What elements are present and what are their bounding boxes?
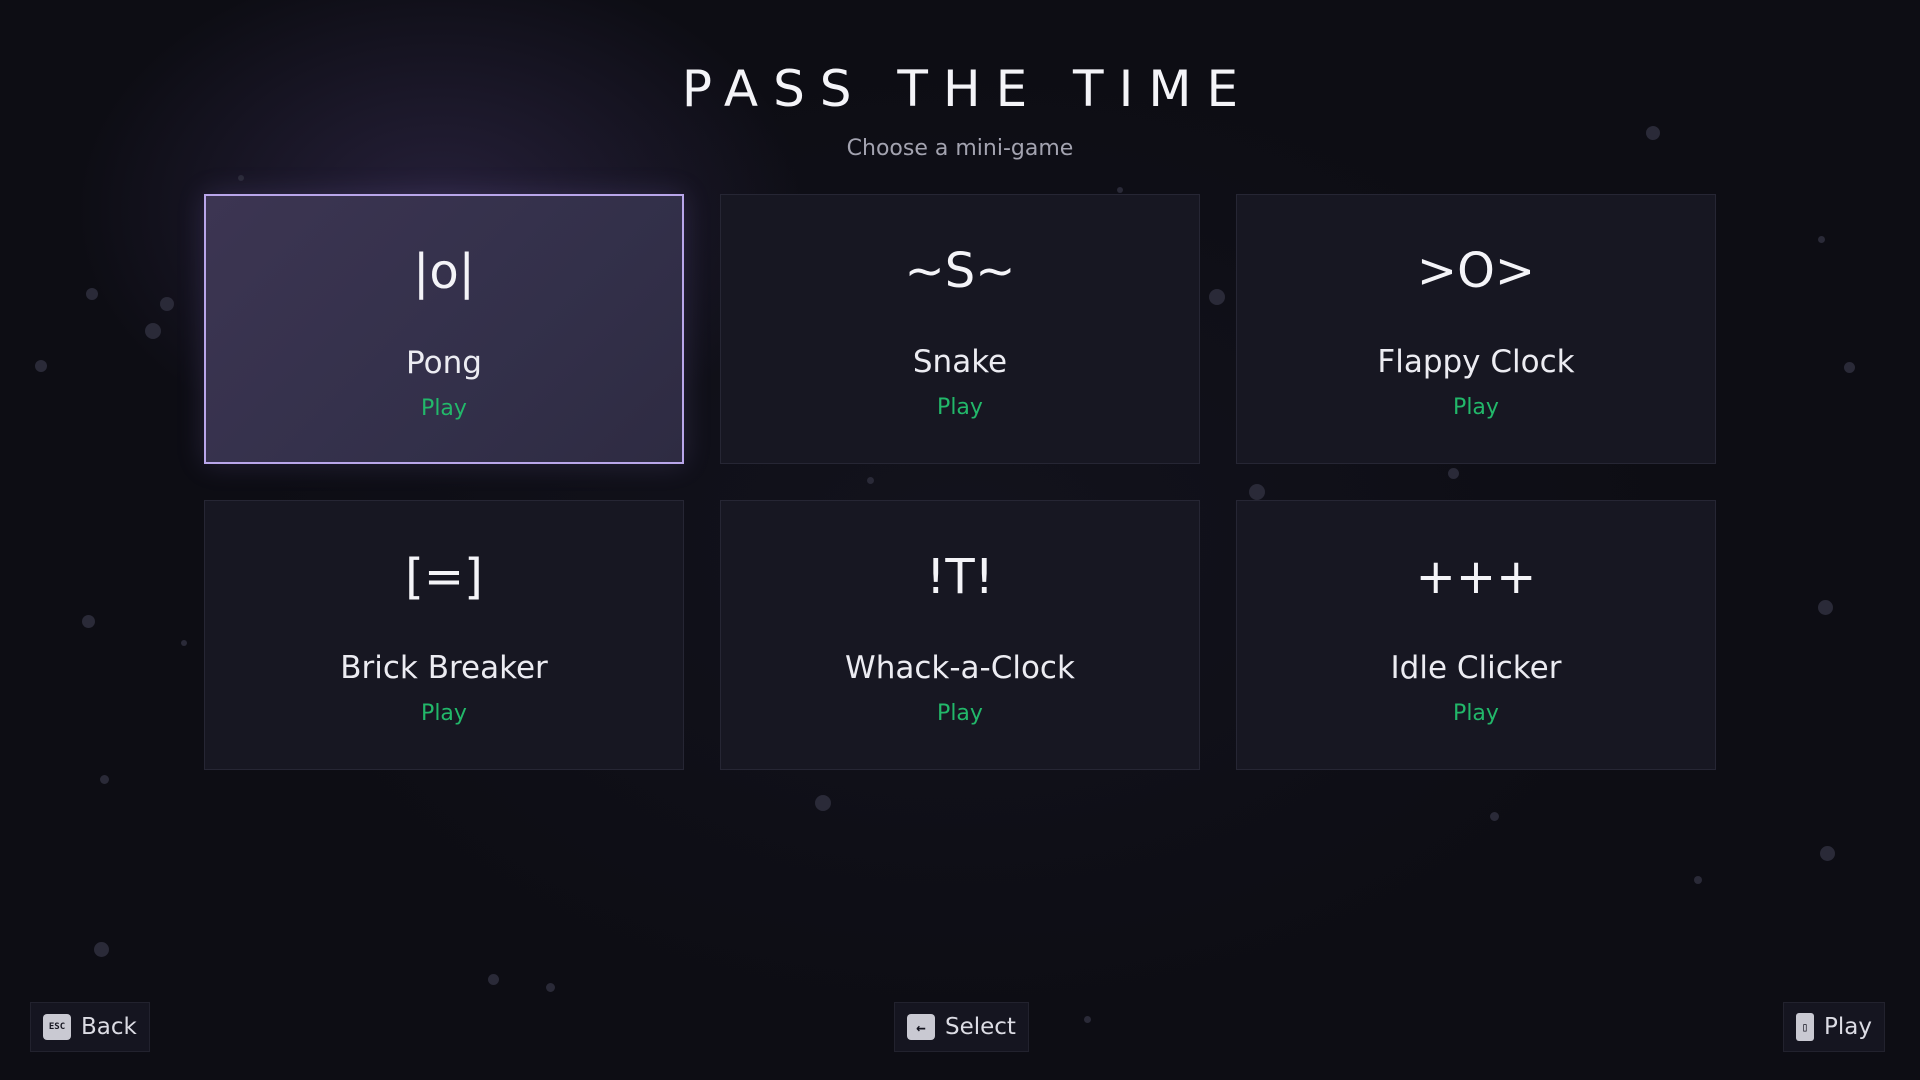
game-name: Flappy Clock bbox=[1377, 344, 1575, 380]
pong-icon: |o| bbox=[413, 244, 475, 300]
particle bbox=[160, 297, 174, 311]
back-hint-button[interactable]: ESC Back bbox=[30, 1002, 150, 1052]
particle bbox=[546, 983, 555, 992]
play-label: Play bbox=[1453, 395, 1499, 420]
game-name: Pong bbox=[406, 345, 482, 381]
particle bbox=[1117, 187, 1123, 193]
select-hint-button[interactable]: ← Select bbox=[894, 1002, 1029, 1052]
particle bbox=[488, 974, 499, 985]
play-label: Play bbox=[1824, 1014, 1872, 1040]
game-name: Brick Breaker bbox=[340, 650, 548, 686]
game-name: Snake bbox=[912, 344, 1008, 380]
play-label: Play bbox=[1453, 701, 1499, 726]
header: PASS THE TIME Choose a mini-game bbox=[0, 60, 1920, 161]
flappy-clock-icon: >O> bbox=[1416, 243, 1536, 299]
whack-a-clock-icon: !T! bbox=[926, 549, 994, 605]
game-name: Whack-a-Clock bbox=[845, 650, 1075, 686]
brick-breaker-icon: [=] bbox=[405, 549, 483, 605]
game-card-pong[interactable]: |o| Pong Play bbox=[204, 194, 684, 464]
particle bbox=[1818, 600, 1833, 615]
play-label: Play bbox=[421, 701, 467, 726]
particle bbox=[86, 288, 98, 300]
particle bbox=[1818, 236, 1825, 243]
particle bbox=[145, 323, 161, 339]
particle bbox=[1084, 1016, 1091, 1023]
particle bbox=[1694, 876, 1702, 884]
particle bbox=[100, 775, 109, 784]
back-label: Back bbox=[81, 1014, 137, 1040]
particle bbox=[815, 795, 831, 811]
particle bbox=[1490, 812, 1499, 821]
game-card-snake[interactable]: ~S~ Snake Play bbox=[720, 194, 1200, 464]
esc-key-icon: ESC bbox=[43, 1014, 71, 1040]
particle bbox=[35, 360, 47, 372]
snake-icon: ~S~ bbox=[904, 243, 1016, 299]
game-grid: |o| Pong Play ~S~ Snake Play >O> Flappy … bbox=[204, 194, 1716, 770]
page-subtitle: Choose a mini-game bbox=[846, 136, 1074, 161]
page-title: PASS THE TIME bbox=[681, 60, 1254, 118]
particle bbox=[82, 615, 95, 628]
particle bbox=[1844, 362, 1855, 373]
arrow-key-icon: ← bbox=[907, 1014, 935, 1040]
select-label: Select bbox=[945, 1014, 1016, 1040]
particle bbox=[94, 942, 109, 957]
particle bbox=[238, 175, 244, 181]
particle bbox=[181, 640, 187, 646]
phone-key-icon: ▯ bbox=[1796, 1013, 1815, 1041]
game-name: Idle Clicker bbox=[1390, 650, 1562, 686]
game-card-whack-a-clock[interactable]: !T! Whack-a-Clock Play bbox=[720, 500, 1200, 770]
game-card-flappy-clock[interactable]: >O> Flappy Clock Play bbox=[1236, 194, 1716, 464]
game-card-brick-breaker[interactable]: [=] Brick Breaker Play bbox=[204, 500, 684, 770]
play-label: Play bbox=[421, 396, 467, 421]
particle bbox=[1820, 846, 1835, 861]
game-card-idle-clicker[interactable]: +++ Idle Clicker Play bbox=[1236, 500, 1716, 770]
idle-clicker-icon: +++ bbox=[1415, 549, 1537, 605]
game-picker-screen: PASS THE TIME Choose a mini-game |o| Pon… bbox=[0, 0, 1920, 1080]
play-label: Play bbox=[937, 395, 983, 420]
play-hint-button[interactable]: ▯ Play bbox=[1783, 1002, 1885, 1052]
play-label: Play bbox=[937, 701, 983, 726]
